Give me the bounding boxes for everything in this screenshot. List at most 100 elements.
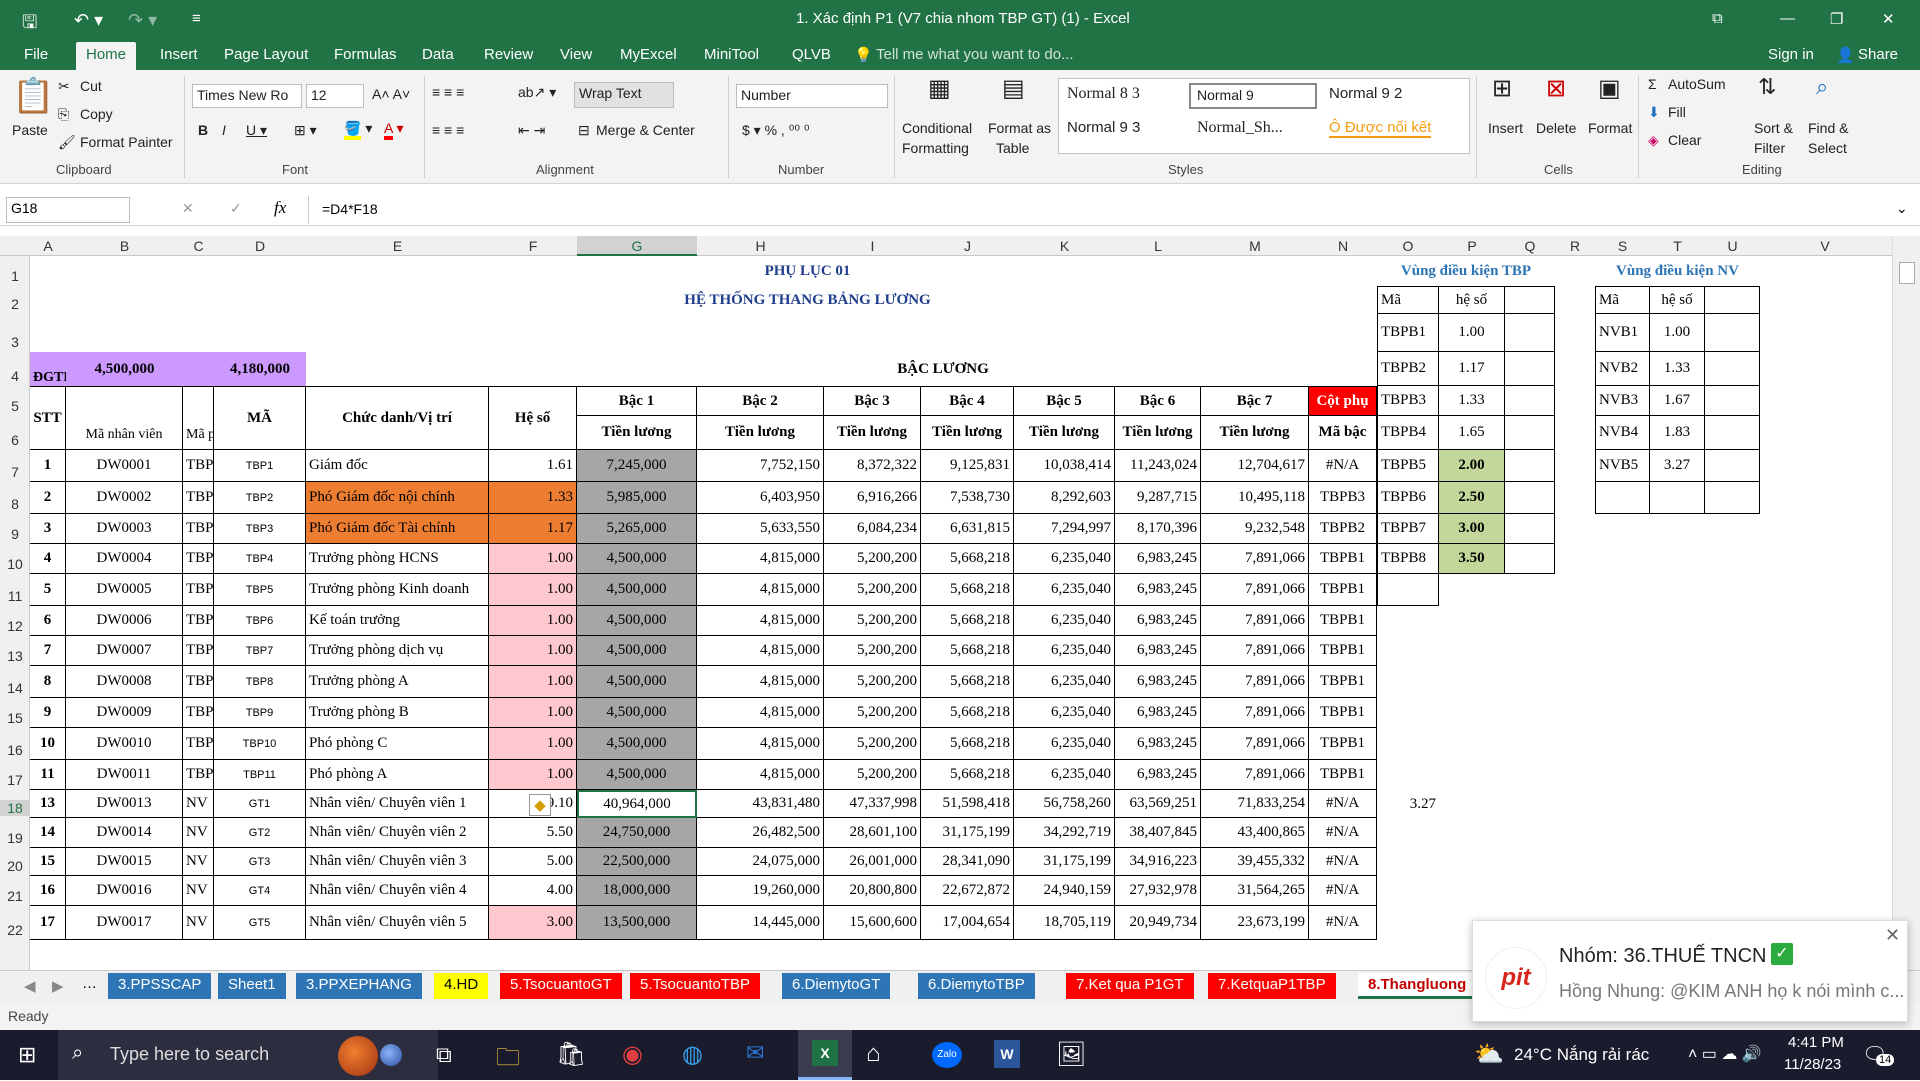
- row-header[interactable]: 21: [0, 888, 30, 904]
- cell-bac-1[interactable]: 4,500,000: [577, 544, 697, 574]
- column-header[interactable]: Q: [1505, 238, 1555, 254]
- cell-chuc-danh[interactable]: Phó Giám đốc Tài chính: [306, 514, 489, 544]
- header-ma-nv[interactable]: Mã nhân viên: [66, 386, 183, 450]
- row-header[interactable]: 7: [0, 464, 30, 480]
- column-header[interactable]: B: [66, 238, 183, 254]
- cell-ma[interactable]: TBP6: [214, 606, 306, 636]
- insert-button[interactable]: Insert: [1488, 120, 1523, 136]
- cell-chuc-danh[interactable]: Phó phòng C: [306, 728, 489, 760]
- vertical-scrollbar[interactable]: [1892, 236, 1920, 970]
- tbp-header-he-so[interactable]: hệ số: [1439, 286, 1505, 314]
- cell-ma-bac[interactable]: TBPB1: [1309, 760, 1377, 790]
- nv-code[interactable]: NVB3: [1595, 386, 1650, 416]
- header-tien-luong[interactable]: Tiền lương: [577, 416, 697, 450]
- cell-he-so[interactable]: 1.17: [489, 514, 577, 544]
- cell-o18[interactable]: 3.27: [1377, 790, 1439, 818]
- nv-code[interactable]: NVB5: [1595, 450, 1650, 482]
- cell-bac-2[interactable]: 4,815,000: [697, 606, 824, 636]
- format-as-table-icon[interactable]: ▤: [1002, 74, 1025, 103]
- cell-ma-ph[interactable]: TBP: [183, 514, 214, 544]
- cell-bac-7[interactable]: 7,891,066: [1201, 728, 1309, 760]
- tab-home[interactable]: Home: [76, 42, 137, 70]
- autosum-button[interactable]: AutoSum: [1668, 76, 1726, 92]
- selected-cell[interactable]: 40,964,000: [577, 790, 697, 818]
- sheet-tab[interactable]: 6.DiemytoTBP: [918, 973, 1035, 999]
- cell-bac-6[interactable]: 11,243,024: [1115, 450, 1201, 482]
- cell-chuc-danh[interactable]: Giám đốc: [306, 450, 489, 482]
- cancel-icon[interactable]: ✕: [182, 200, 194, 217]
- tbp-coef[interactable]: 1.33: [1439, 386, 1505, 416]
- bac-luong-header[interactable]: BẬC LƯƠNG: [577, 352, 1309, 386]
- cell-bac-2[interactable]: 4,815,000: [697, 666, 824, 698]
- cell-bac-4[interactable]: 9,125,831: [921, 450, 1014, 482]
- cell-bac-4[interactable]: 28,341,090: [921, 848, 1014, 876]
- name-box[interactable]: G18: [6, 197, 130, 223]
- column-header[interactable]: R: [1555, 238, 1595, 254]
- cell-bac-5[interactable]: 34,292,719: [1014, 818, 1115, 848]
- cell-bac-7[interactable]: 7,891,066: [1201, 698, 1309, 728]
- indent-icon[interactable]: ⇤ ⇥: [518, 122, 545, 139]
- sign-in-link[interactable]: Sign in: [1768, 46, 1814, 63]
- header-tien-luong[interactable]: Tiền lương: [824, 416, 921, 450]
- cell-ma-nv[interactable]: DW0014: [66, 818, 183, 848]
- row-header[interactable]: 8: [0, 496, 30, 512]
- cell[interactable]: [1505, 416, 1555, 450]
- cell[interactable]: [1650, 482, 1705, 514]
- cell-bac-6[interactable]: 6,983,245: [1115, 544, 1201, 574]
- cell-bac-2[interactable]: 26,482,500: [697, 818, 824, 848]
- cell-stt[interactable]: 13: [30, 790, 66, 818]
- cell-bac-3[interactable]: 5,200,200: [824, 574, 921, 606]
- row-header[interactable]: 20: [0, 858, 30, 874]
- cell-bac-4[interactable]: 5,668,218: [921, 760, 1014, 790]
- cell-chuc-danh[interactable]: Trưởng phòng HCNS: [306, 544, 489, 574]
- scroll-left-icon[interactable]: ◀: [24, 977, 36, 995]
- row-header[interactable]: 3: [0, 334, 30, 350]
- tab-view[interactable]: View: [560, 46, 592, 63]
- cell-chuc-danh[interactable]: Nhân viên/ Chuyên viên 4: [306, 876, 489, 906]
- cell-ma[interactable]: TBP4: [214, 544, 306, 574]
- cell-bac-2[interactable]: 4,815,000: [697, 544, 824, 574]
- cell-bac-4[interactable]: 5,668,218: [921, 698, 1014, 728]
- cell[interactable]: [1705, 450, 1760, 482]
- cut-icon[interactable]: ✂: [58, 78, 70, 95]
- cell-ma-bac[interactable]: #N/A: [1309, 790, 1377, 818]
- header-bac[interactable]: Bậc 3: [824, 386, 921, 416]
- cell-ma[interactable]: TBP8: [214, 666, 306, 698]
- photos-icon[interactable]: 🖼: [1056, 1040, 1086, 1069]
- cell[interactable]: [1705, 386, 1760, 416]
- tab-review[interactable]: Review: [484, 46, 533, 63]
- cell-he-so[interactable]: 5.50: [489, 818, 577, 848]
- header-ma-ph[interactable]: Mã ph: [183, 386, 214, 450]
- cell-ma-bac[interactable]: #N/A: [1309, 906, 1377, 940]
- header-ma[interactable]: MÃ: [214, 386, 306, 450]
- font-name-select[interactable]: Times New Ro: [192, 84, 302, 108]
- insert-cells-icon[interactable]: ⊞: [1492, 74, 1512, 103]
- column-header[interactable]: K: [1014, 238, 1115, 254]
- header-bac[interactable]: Bậc 2: [697, 386, 824, 416]
- paste-icon[interactable]: 📋: [12, 76, 54, 116]
- number-format-icons[interactable]: $ ▾ % , ⁰⁰ ⁰: [742, 122, 809, 139]
- cell-bac-6[interactable]: 9,287,715: [1115, 482, 1201, 514]
- sheet-tab[interactable]: Sheet1: [218, 973, 286, 999]
- cut-button[interactable]: Cut: [80, 78, 102, 94]
- cell-ma-bac[interactable]: TBPB1: [1309, 544, 1377, 574]
- column-header[interactable]: F: [489, 238, 577, 254]
- conditional-button[interactable]: Conditional: [902, 120, 972, 136]
- cell[interactable]: [1505, 450, 1555, 482]
- cell-bac-7[interactable]: 39,455,332: [1201, 848, 1309, 876]
- cell-bac-6[interactable]: 8,170,396: [1115, 514, 1201, 544]
- tab-file[interactable]: File: [24, 46, 48, 63]
- cell-bac-6[interactable]: 63,569,251: [1115, 790, 1201, 818]
- sheet-tab[interactable]: 8.Thangluong: [1358, 973, 1477, 999]
- cell-ma-ph[interactable]: TBP: [183, 636, 214, 666]
- cell[interactable]: [1705, 286, 1760, 314]
- cell-he-so[interactable]: 3.00: [489, 906, 577, 940]
- sheet-tab[interactable]: 3.PPXEPHANG: [296, 973, 422, 999]
- cell-bac-1[interactable]: 4,500,000: [577, 728, 697, 760]
- cell-bac-3[interactable]: 6,084,234: [824, 514, 921, 544]
- cell-bac-7[interactable]: 7,891,066: [1201, 760, 1309, 790]
- cell-ma-nv[interactable]: DW0001: [66, 450, 183, 482]
- column-header[interactable]: O: [1377, 238, 1439, 254]
- merge-center-icon[interactable]: ⊟: [578, 122, 590, 139]
- borders-icon[interactable]: ⊞ ▾: [294, 122, 317, 139]
